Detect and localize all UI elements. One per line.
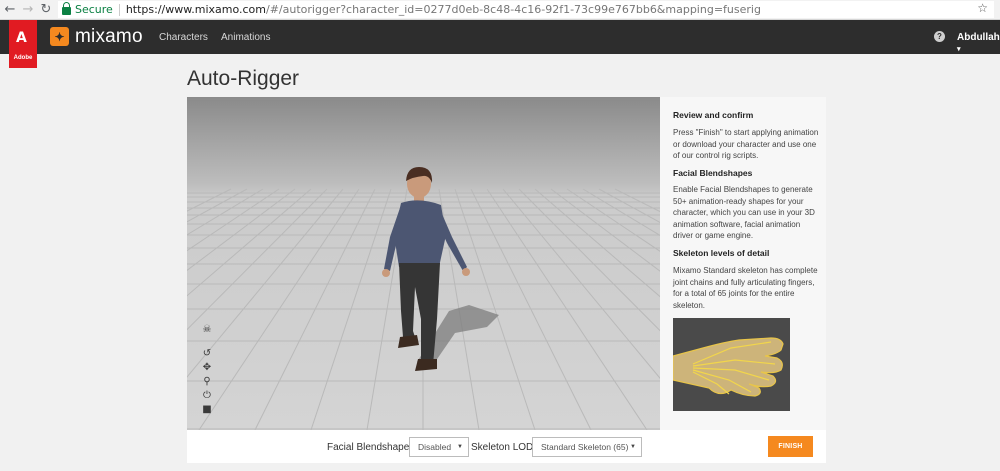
blendshapes-select[interactable]: Disabled ▼	[409, 437, 469, 457]
text-skeleton-lod: Mixamo Standard skeleton has complete jo…	[673, 266, 818, 310]
skeleton-hand-image	[673, 318, 790, 411]
blendshapes-value: Disabled	[418, 442, 452, 452]
nav-characters[interactable]: Characters	[159, 32, 208, 43]
skull-icon[interactable]: ☠	[200, 324, 214, 336]
floor-grid	[187, 167, 660, 430]
text-review: Press "Finish" to start applying animati…	[673, 128, 819, 161]
secure-label: Secure	[75, 3, 113, 16]
brand-name[interactable]: mixamo	[75, 26, 143, 48]
skeleton-lod-label: Skeleton LOD	[471, 442, 534, 453]
skeleton-lod-select[interactable]: Standard Skeleton (65) ▼	[532, 437, 642, 457]
page-title: Auto-Rigger	[187, 67, 300, 90]
url-path: /#/autorigger?character_id=0277d0eb-8c48…	[266, 3, 761, 16]
chevron-down-icon: ▾	[957, 46, 961, 53]
character-model	[382, 167, 470, 371]
address-bar[interactable]: Secure https://www.mixamo.com/#/autorigg…	[58, 1, 994, 18]
adobe-logo[interactable]: A Adobe	[9, 20, 37, 68]
forward-icon[interactable]: →	[19, 1, 37, 19]
url-host: https://www.mixamo.com	[125, 3, 266, 16]
info-panel: Review and confirm Press "Finish" to sta…	[660, 97, 826, 430]
3d-viewport[interactable]: ☠ ↺ ✥ ⚲ ⏻ ■	[187, 97, 660, 430]
user-menu[interactable]: Abdullah ▾	[957, 32, 1000, 54]
help-icon[interactable]: ?	[934, 31, 945, 42]
lock-icon	[62, 1, 71, 15]
blendshapes-label: Facial Blendshapes	[327, 442, 415, 453]
app-header	[0, 20, 1000, 54]
adobe-mark-icon: A	[16, 30, 27, 46]
heading-skeleton-lod: Skeleton levels of detail	[673, 248, 770, 258]
back-icon[interactable]: ←	[1, 1, 19, 19]
text-blendshapes: Enable Facial Blendshapes to generate 50…	[673, 185, 815, 241]
finish-button[interactable]: FINISH	[768, 436, 813, 457]
bookmark-star-icon[interactable]: ☆	[977, 1, 988, 15]
heading-review: Review and confirm	[673, 110, 754, 120]
nav-animations[interactable]: Animations	[221, 32, 270, 43]
dropdown-caret-icon: ▼	[457, 444, 463, 450]
heading-blendshapes: Facial Blendshapes	[673, 168, 753, 178]
user-name: Abdullah	[957, 32, 1000, 43]
hand-illustration	[673, 337, 784, 397]
url-divider	[118, 3, 120, 16]
camera-icon[interactable]: ■	[200, 404, 214, 416]
power-icon[interactable]: ⏻	[200, 390, 214, 402]
zoom-icon[interactable]: ⚲	[200, 376, 214, 388]
browser-toolbar: ← → ↻ Secure https://www.mixamo.com/#/au…	[0, 0, 1000, 20]
mixamo-logo-icon[interactable]: ✦	[50, 27, 69, 46]
move-icon[interactable]: ✥	[200, 362, 214, 374]
rotate-icon[interactable]: ↺	[200, 348, 214, 360]
skeleton-lod-value: Standard Skeleton (65)	[541, 442, 629, 452]
reload-icon[interactable]: ↻	[37, 1, 55, 19]
adobe-label: Adobe	[13, 55, 33, 61]
dropdown-caret-icon: ▼	[630, 444, 636, 450]
